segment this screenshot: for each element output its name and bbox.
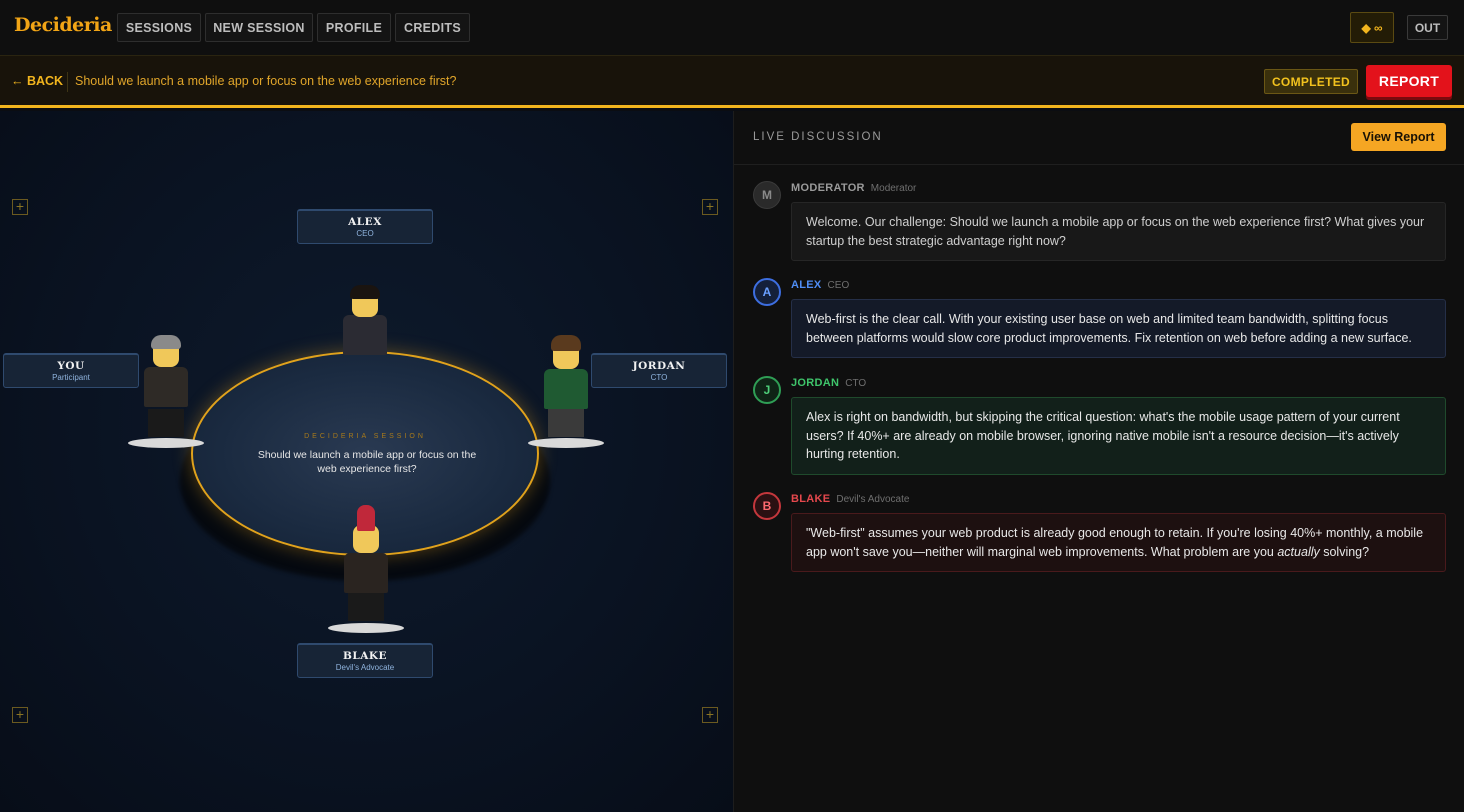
message-moderator: M MODERATOR Moderator Welcome. Our challe…: [753, 181, 1446, 263]
alex-figure: [335, 283, 395, 355]
corner-plus-icon: +: [12, 199, 28, 215]
roundtable-stage: + + + + DECIDERIA SESSION Should we laun…: [0, 111, 733, 812]
speaker-role: Devil's Advocate: [836, 494, 910, 505]
you-figure: [128, 323, 204, 448]
message-emphasis: actually: [1277, 544, 1320, 559]
session-question: Should we launch a mobile app or focus o…: [75, 74, 457, 88]
speaker-name: MODERATOR Moderator: [791, 182, 916, 194]
avatar: B: [753, 492, 781, 520]
seat-blake[interactable]: BLAKE Devil's Advocate: [297, 643, 433, 678]
figure-hair: [151, 335, 181, 349]
corner-plus-icon: +: [12, 707, 28, 723]
status-badge: COMPLETED: [1264, 69, 1358, 94]
nav-credits[interactable]: CREDITS: [395, 13, 470, 42]
message-blake: B BLAKE Devil's Advocate "Web-first" assu…: [753, 492, 1446, 576]
panel-header: LIVE DISCUSSION View Report: [734, 111, 1464, 165]
seat-name: BLAKE: [342, 650, 388, 662]
figure-mohawk: [357, 505, 375, 531]
logout-button[interactable]: OUT: [1407, 15, 1448, 40]
brand-logo[interactable]: Decideria: [14, 14, 112, 36]
top-nav: Decideria SESSIONS NEW SESSION PROFILE C…: [0, 0, 1464, 56]
figure-body: [344, 553, 388, 593]
speaker-role: CEO: [827, 280, 850, 291]
speaker-label: JORDAN: [791, 377, 840, 389]
divider: [67, 72, 68, 92]
seat-name: ALEX: [348, 216, 382, 228]
figure-body: [343, 315, 387, 355]
figure-hair: [350, 285, 380, 299]
table-title: DECIDERIA SESSION: [304, 433, 426, 440]
figure-base: [128, 438, 204, 448]
figure-legs: [548, 409, 584, 437]
seat-role: CTO: [650, 373, 668, 382]
avatar: J: [753, 376, 781, 404]
view-report-button[interactable]: View Report: [1351, 123, 1446, 151]
message-text: Welcome. Our challenge: Should we launch…: [791, 202, 1446, 261]
avatar: A: [753, 278, 781, 306]
discussion-panel: LIVE DISCUSSION View Report M MODERATOR M…: [733, 111, 1464, 812]
figure-base: [328, 623, 404, 633]
message-text: "Web-first" assumes your web product is …: [791, 513, 1446, 572]
speaker-name: JORDAN CTO: [791, 377, 866, 389]
back-button[interactable]: ← BACK: [11, 74, 63, 88]
nav-profile[interactable]: PROFILE: [317, 13, 391, 42]
corner-plus-icon: +: [702, 707, 718, 723]
speaker-label: BLAKE: [791, 493, 831, 505]
speaker-label: MODERATOR: [791, 182, 865, 194]
avatar: M: [753, 181, 781, 209]
session-bar: ← BACK Should we launch a mobile app or …: [0, 56, 1464, 108]
speaker-name: BLAKE Devil's Advocate: [791, 493, 909, 505]
message-jordan: J JORDAN CTO Alex is right on bandwidth, …: [753, 376, 1446, 478]
blake-figure: [328, 499, 404, 633]
seat-role: Participant: [52, 373, 90, 382]
figure-body: [544, 369, 588, 409]
message-text: Alex is right on bandwidth, but skipping…: [791, 397, 1446, 475]
figure-base: [528, 438, 604, 448]
seat-name: JORDAN: [632, 360, 686, 372]
seat-jordan[interactable]: JORDAN CTO: [591, 353, 727, 388]
speaker-role: CTO: [845, 378, 867, 389]
figure-legs: [348, 593, 384, 621]
seat-name: YOU: [57, 360, 85, 372]
figure-legs: [148, 409, 184, 437]
seat-you[interactable]: YOU Participant: [3, 353, 139, 388]
speaker-label: ALEX: [791, 279, 822, 291]
report-button[interactable]: REPORT: [1366, 65, 1452, 97]
corner-plus-icon: +: [702, 199, 718, 215]
nav-new-session[interactable]: NEW SESSION: [205, 13, 313, 42]
figure-body: [144, 367, 188, 407]
speaker-role: Moderator: [870, 183, 917, 194]
message-alex: A ALEX CEO Web-first is the clear call. W…: [753, 278, 1446, 360]
credits-badge[interactable]: ◆ ∞: [1350, 12, 1394, 43]
seat-alex[interactable]: ALEX CEO: [297, 209, 433, 244]
message-text: Web-first is the clear call. With your e…: [791, 299, 1446, 358]
panel-title: LIVE DISCUSSION: [753, 131, 883, 143]
nav-sessions[interactable]: SESSIONS: [117, 13, 201, 42]
seat-role: Devil's Advocate: [335, 663, 395, 672]
figure-hair: [551, 335, 581, 351]
message-text-part: solving?: [1319, 544, 1370, 559]
speaker-name: ALEX CEO: [791, 279, 849, 291]
table-question: Should we launch a mobile app or focus o…: [257, 449, 477, 475]
seat-role: CEO: [356, 229, 374, 238]
